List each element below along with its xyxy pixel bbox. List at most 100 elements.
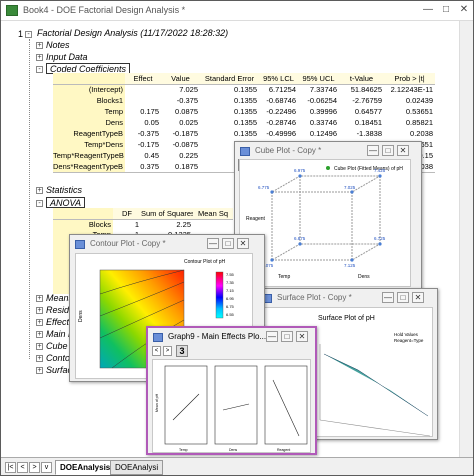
anova-col-header: Sum of Squares (141, 209, 193, 218)
coef-cell: -0.28746 (266, 118, 296, 127)
coef-cell: 0.02439 (405, 96, 433, 105)
expand-icon[interactable]: + (36, 355, 43, 362)
effect-line-reagent (272, 379, 300, 437)
coef-cell: 51.84625 (350, 85, 382, 94)
close-button[interactable]: ✕ (296, 331, 308, 342)
node-input-data[interactable]: Input Data (46, 52, 88, 63)
page-navigation[interactable]: < > 3 (152, 345, 192, 358)
maximize-button[interactable]: □ (222, 238, 234, 249)
colorbar-tick: 7.35 (226, 280, 235, 285)
tab-first-button[interactable]: |< (5, 462, 16, 473)
coef-cell: 0.2038 (410, 129, 433, 138)
coef-cell: 0.05 (144, 118, 159, 127)
xlabel-reagent: Reagent (277, 448, 290, 452)
expand-icon[interactable]: + (36, 343, 43, 350)
coef-row-label: Dens (105, 118, 123, 127)
coef-cell: 0.64577 (354, 107, 382, 116)
coef-cell: 0.175 (140, 107, 159, 116)
maximize-icon[interactable]: □ (439, 3, 453, 17)
collapse-icon[interactable]: - (36, 200, 43, 207)
sheet-tab-bar: |< < > v DOEAnalysis DOEAnalysi (1, 457, 473, 475)
page-next-icon[interactable]: > (163, 346, 172, 356)
coef-cell: -0.68746 (266, 96, 296, 105)
close-button[interactable]: ✕ (397, 145, 409, 156)
main-effects-svg: Mean of pH Temp Dens Reagent (155, 365, 308, 452)
coef-row-label: Temp (104, 107, 123, 116)
coef-row-label: (Intercept) (88, 85, 123, 94)
expand-icon[interactable]: + (36, 319, 43, 326)
node-notes[interactable]: Notes (46, 40, 70, 51)
expand-icon[interactable]: + (36, 307, 43, 314)
surface-chart-title: Surface Plot of pH (318, 315, 375, 322)
vertical-scrollbar[interactable] (459, 21, 473, 457)
page-number: 3 (176, 345, 188, 357)
coef-col-header: t-Value (349, 74, 374, 83)
node-statistics[interactable]: Statistics (46, 185, 82, 196)
expand-icon[interactable]: + (36, 295, 43, 302)
cube-value: 6.775 (258, 185, 270, 190)
effect-line-temp (172, 393, 200, 421)
page-prev-icon[interactable]: < (152, 346, 161, 356)
tab-next-button[interactable]: > (29, 462, 40, 473)
coef-cell: 0.1355 (234, 107, 257, 116)
cube-value: 6.875 (294, 236, 306, 241)
coef-col-header: 95% UCL (302, 74, 335, 83)
coef-cell: -0.22496 (266, 107, 296, 116)
main-window: Book4 - DOE Factorial Design Analysis * … (0, 0, 474, 476)
main-effects-window[interactable]: Graph9 - Main Effects Plo... — □ ✕ < > 3… (146, 326, 317, 455)
coef-col-header: Standard Error (204, 74, 255, 83)
expand-icon[interactable]: + (36, 367, 43, 374)
maximize-button[interactable]: □ (397, 292, 409, 303)
expand-icon[interactable]: + (36, 187, 43, 194)
cube-bottom-face (270, 243, 382, 261)
tab-prev-button[interactable]: < (17, 462, 28, 473)
cube-axis-reagent: Reagent (246, 216, 266, 222)
tab-doeanalysis[interactable]: DOEAnalysis (55, 460, 116, 475)
coef-col-header: Prob > |t| (394, 74, 425, 83)
cube-plot-svg: Cube Plot (Fitted Means) of pH 6.975 7.4… (246, 166, 403, 280)
tree-line (29, 39, 30, 359)
cube-legend: Cube Plot (Fitted Means) of pH (334, 166, 403, 172)
coef-col-header: Effect (133, 74, 153, 83)
node-anova[interactable]: ANOVA (46, 197, 86, 208)
maximize-button[interactable]: □ (382, 145, 394, 156)
close-button[interactable]: ✕ (237, 238, 249, 249)
graph-icon (75, 240, 85, 249)
workbook-icon (6, 5, 18, 16)
minimize-button[interactable]: — (367, 145, 379, 156)
tab-doeanalysis-2[interactable]: DOEAnalysi (110, 460, 164, 475)
maximize-button[interactable]: □ (281, 331, 293, 342)
anova-row-label: Blocks (88, 220, 111, 229)
close-icon[interactable]: ✕ (457, 3, 471, 17)
coef-cell: 0.45 (144, 151, 159, 160)
colorbar-tick: 6.95 (226, 296, 235, 301)
minimize-button[interactable]: — (207, 238, 219, 249)
cube-axis-temp: Temp (278, 274, 290, 280)
cube-window-title: Cube Plot - Copy * (255, 146, 322, 155)
expand-icon[interactable]: + (36, 42, 43, 49)
legend-marker (326, 166, 330, 170)
coef-cell: 0.18451 (354, 118, 382, 127)
node-residuals[interactable]: Resid (46, 305, 69, 316)
tab-menu-button[interactable]: v (41, 462, 52, 473)
minimize-button[interactable]: — (266, 331, 278, 342)
coef-cell: 7.025 (179, 85, 198, 94)
coef-cell: 0.1355 (234, 129, 257, 138)
coef-cell: -0.1875 (172, 129, 198, 138)
coef-row-label: Dens*ReagentTypeB (53, 162, 124, 171)
expand-icon[interactable]: + (36, 331, 43, 338)
collapse-icon[interactable]: - (25, 31, 32, 38)
coef-cell: 0.0875 (175, 107, 198, 116)
cube-top-face (270, 175, 382, 193)
xlabel-temp: Temp (179, 448, 188, 452)
minimize-button[interactable]: — (382, 292, 394, 303)
anova-col-header: Mean Sq (197, 209, 229, 218)
coef-cell: 0.12496 (309, 129, 337, 138)
close-button[interactable]: ✕ (412, 292, 424, 303)
coef-cell: -0.175 (137, 140, 159, 149)
collapse-icon[interactable]: - (36, 66, 43, 73)
coef-cell: -0.0875 (172, 140, 198, 149)
minimize-icon[interactable]: — (421, 3, 435, 17)
surface-note-2: Reagent=Type (394, 338, 424, 343)
expand-icon[interactable]: + (36, 54, 43, 61)
